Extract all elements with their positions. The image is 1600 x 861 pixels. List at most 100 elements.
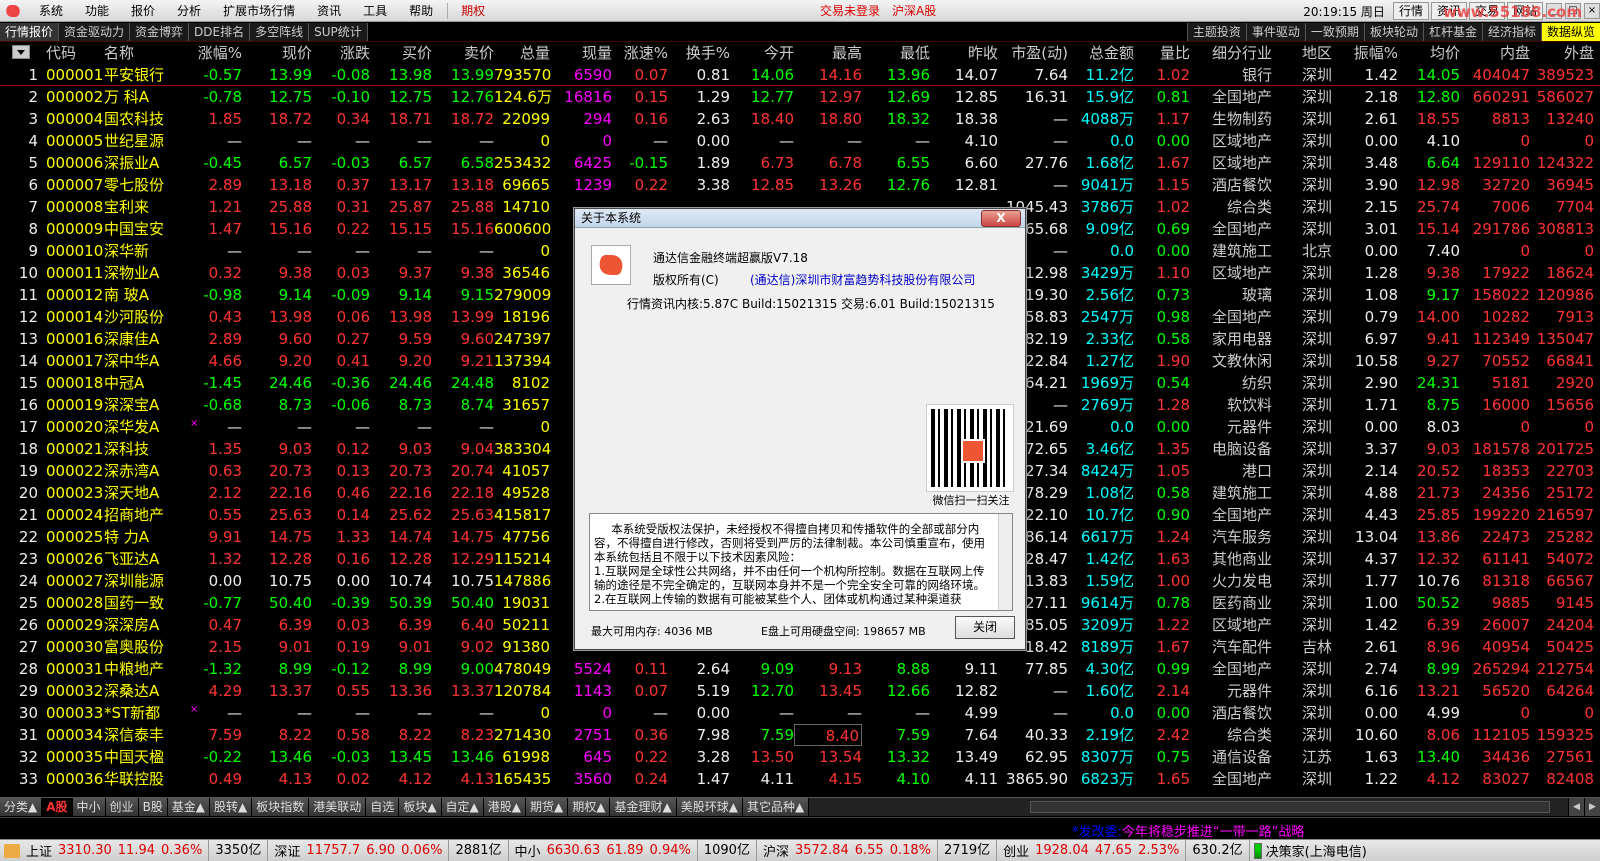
- legal-scrollbar[interactable]: [998, 514, 1012, 610]
- cell-涨跌: 0.06: [336, 308, 370, 326]
- table-row[interactable]: 33 000036 华联控股 0.49 4.13 0.02 4.12 4.13 165435 35…: [0, 768, 1600, 790]
- table-row[interactable]: 3 000004 国农科技 1.85 18.72 0.34 18.71 18.72 22099 2…: [0, 108, 1600, 130]
- toolbar-right-3[interactable]: 板块轮动: [1363, 23, 1423, 41]
- market-tab-14[interactable]: 期权▲: [568, 798, 611, 816]
- cell-卖价: 22.18: [451, 484, 494, 502]
- column-header-0[interactable]: 代码: [46, 42, 101, 64]
- index-2[interactable]: 中小 6630.63 61.89 0.94%: [509, 839, 698, 861]
- toolbar-right-2[interactable]: 一致预期: [1304, 23, 1364, 41]
- market-tab-12[interactable]: 港股▲: [483, 798, 527, 816]
- table-row[interactable]: 32 000035 中国天楹 -0.22 13.46 -0.03 13.45 13.46 619…: [0, 746, 1600, 768]
- column-header-7[interactable]: 总量: [494, 42, 550, 64]
- column-header-5[interactable]: 买价: [370, 42, 432, 64]
- market-tab-5[interactable]: 基金▲: [167, 798, 211, 816]
- column-header-11[interactable]: 今开: [730, 42, 794, 64]
- market-tab-16[interactable]: 美股环球▲: [676, 798, 743, 816]
- market-tab-17[interactable]: 其它品种▲: [742, 798, 810, 816]
- table-row[interactable]: 2 000002 万 科A -0.78 12.75 -0.10 12.75 12.76 124.…: [0, 86, 1600, 108]
- dialog-close-icon[interactable]: X: [981, 210, 1021, 227]
- table-row[interactable]: 1 000001 平安银行 -0.57 13.99 -0.08 13.98 13.99 7935…: [0, 64, 1600, 86]
- table-row[interactable]: 31 000034 深信泰丰 7.59 8.22 0.58 8.22 8.23 271430 27…: [0, 724, 1600, 746]
- news-headline[interactable]: *发改委:今年将稳步推进“一带一路”战略: [1072, 821, 1304, 840]
- dialog-close-button[interactable]: 关闭: [955, 616, 1015, 639]
- menu-item-3[interactable]: 分析: [166, 0, 212, 22]
- market-tab-10[interactable]: 板块▲: [399, 798, 442, 816]
- toolbar-right-5[interactable]: 经济指标: [1481, 23, 1541, 41]
- toolbar-left-2[interactable]: 资金博弈: [130, 23, 190, 41]
- market-tab-15[interactable]: 基金理财▲: [610, 798, 677, 816]
- menu-item-0[interactable]: 系统: [28, 0, 74, 22]
- toolbar-left-1[interactable]: 资金驱动力: [59, 23, 131, 41]
- toolbar-right-4[interactable]: 杠杆基金: [1422, 23, 1482, 41]
- market-tab-6[interactable]: 股转▲: [210, 798, 253, 816]
- toolbar-left-5[interactable]: SUP统计: [309, 23, 368, 41]
- column-header-8[interactable]: 现量: [550, 42, 612, 64]
- column-header-12[interactable]: 最高: [794, 42, 862, 64]
- tab-scroll-right-icon[interactable]: ▶: [1584, 798, 1600, 816]
- market-tab-13[interactable]: 期货▲: [526, 798, 569, 816]
- market-tab-1[interactable]: A股: [42, 798, 73, 816]
- column-header-2[interactable]: 涨幅%: [180, 42, 242, 64]
- column-header-6[interactable]: 卖价: [432, 42, 494, 64]
- market-tab-8[interactable]: 港美联动: [309, 798, 367, 816]
- column-header-3[interactable]: 现价: [242, 42, 312, 64]
- toolbar-right-6[interactable]: 数据纵览: [1540, 23, 1600, 41]
- column-header-19[interactable]: 地区: [1272, 42, 1332, 64]
- column-header-17[interactable]: 量比: [1134, 42, 1190, 64]
- menu-item-1[interactable]: 功能: [74, 0, 120, 22]
- cell-涨幅%: 1.32: [208, 550, 242, 568]
- column-header-16[interactable]: 总金额: [1068, 42, 1134, 64]
- menu-option[interactable]: 期权: [451, 0, 495, 22]
- server-name[interactable]: 决策家(上海电信): [1266, 841, 1367, 860]
- column-header-4[interactable]: 涨跌: [312, 42, 370, 64]
- table-row[interactable]: 6 000007 零七股份 2.89 13.18 0.37 13.17 13.18 69665 1…: [0, 174, 1600, 196]
- table-row[interactable]: 29 000032 深桑达A 4.29 13.37 0.55 13.36 13.37 12078…: [0, 680, 1600, 702]
- market-label[interactable]: 沪深A股: [892, 0, 936, 22]
- cell-地区: 深圳: [1301, 462, 1332, 480]
- column-header-21[interactable]: 均价: [1398, 42, 1460, 64]
- market-tab-4[interactable]: B股: [138, 798, 168, 816]
- market-tab-11[interactable]: 自定▲: [441, 798, 484, 816]
- menu-item-4[interactable]: 扩展市场行情: [212, 0, 306, 22]
- toolbar-right-0[interactable]: 主题投资: [1186, 23, 1246, 41]
- market-tab-7[interactable]: 板块指数: [252, 798, 310, 816]
- column-header-9[interactable]: 涨速%: [612, 42, 668, 64]
- quote-button[interactable]: 行情: [1392, 2, 1429, 20]
- table-row[interactable]: 4 000005 世纪星源 — — — — — 0 0 — 0.00 — — — 4.10 — 0.0 0.00 区域…: [0, 130, 1600, 152]
- table-row[interactable]: 30 000033 *ST新都 — — — — —0 0—0.00— — —4.99—0.0 0.00…: [0, 702, 1600, 724]
- toolbar-right-1[interactable]: 事件驱动: [1245, 23, 1305, 41]
- trade-login-status[interactable]: 交易未登录: [820, 0, 880, 22]
- column-header-10[interactable]: 换手%: [668, 42, 730, 64]
- column-header-18[interactable]: 细分行业: [1190, 42, 1272, 64]
- toolbar-left-4[interactable]: 多空阵线: [250, 23, 310, 41]
- market-tab-9[interactable]: 自选: [366, 798, 400, 816]
- column-header-1[interactable]: 名称: [104, 42, 174, 64]
- menu-item-5[interactable]: 资讯: [306, 0, 352, 22]
- column-header-20[interactable]: 振幅%: [1332, 42, 1398, 64]
- company-link[interactable]: (通达信)深圳市财富趋势科技股份有限公司: [750, 271, 975, 288]
- index-0[interactable]: 上证 3310.30 11.94 0.36%: [20, 839, 210, 861]
- market-tab-0[interactable]: 分类▲: [0, 798, 43, 816]
- column-header-14[interactable]: 昨收: [930, 42, 998, 64]
- toolbar-left-3[interactable]: DDE排名: [189, 23, 251, 41]
- horizontal-scrollbar[interactable]: [1030, 801, 1550, 813]
- table-row[interactable]: 28 000031 中粮地产 -1.32 8.99 -0.12 8.99 9.00 478049…: [0, 658, 1600, 680]
- tab-scroll-left-icon[interactable]: ◀: [1568, 798, 1584, 816]
- index-4[interactable]: 创业 1928.04 47.65 2.53%: [997, 839, 1187, 861]
- market-tab-2[interactable]: 中小: [72, 798, 106, 816]
- index-1[interactable]: 深证 11757.7 6.90 0.06%: [268, 839, 450, 861]
- column-header-13[interactable]: 最低: [862, 42, 930, 64]
- menu-item-2[interactable]: 报价: [120, 0, 166, 22]
- toolbar-left-0[interactable]: 行情报价: [0, 23, 60, 41]
- column-header-23[interactable]: 外盘: [1530, 42, 1594, 64]
- column-header-22[interactable]: 内盘: [1460, 42, 1530, 64]
- legal-notice[interactable]: 本系统受版权法保护，未经授权不得擅自拷贝和传播软件的全部或部分内容，不得擅自进行…: [589, 513, 1013, 611]
- close-icon[interactable]: ×: [1584, 3, 1600, 19]
- table-row[interactable]: 5 000006 深振业A -0.45 6.57 -0.03 6.57 6.58 253432 6…: [0, 152, 1600, 174]
- menu-item-7[interactable]: 帮助: [398, 0, 444, 22]
- sort-dropdown-icon[interactable]: [12, 45, 30, 59]
- market-tab-3[interactable]: 创业: [105, 798, 139, 816]
- menu-item-6[interactable]: 工具: [352, 0, 398, 22]
- column-header-15[interactable]: 市盈(动): [998, 42, 1068, 64]
- index-3[interactable]: 沪深 3572.84 6.55 0.18%: [757, 839, 938, 861]
